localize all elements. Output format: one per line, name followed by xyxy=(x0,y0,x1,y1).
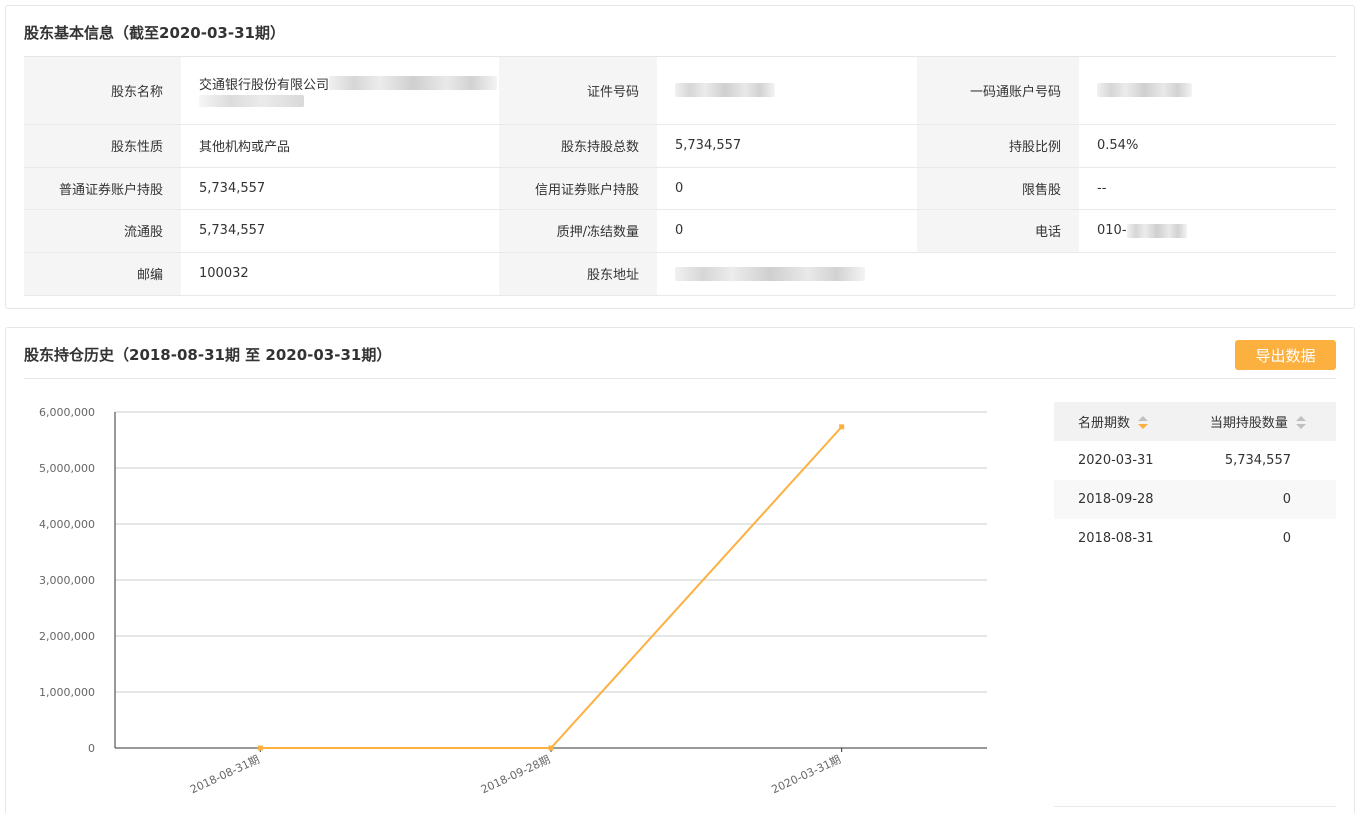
field-value: 100032 xyxy=(181,252,499,296)
field-label: 证件号码 xyxy=(499,57,657,125)
y-tick-label: 1,000,000 xyxy=(39,686,95,699)
info-title: 股东基本信息（截至2020-03-31期） xyxy=(24,24,285,42)
field-label: 股东名称 xyxy=(24,57,181,125)
field-label: 股东持股总数 xyxy=(499,124,657,168)
sort-icon[interactable] xyxy=(1296,415,1306,431)
y-tick-label: 2,000,000 xyxy=(39,630,95,643)
y-tick-label: 5,000,000 xyxy=(39,462,95,475)
y-tick-label: 0 xyxy=(88,742,95,755)
field-value: 0 xyxy=(657,167,917,210)
field-label: 邮编 xyxy=(24,252,181,296)
redaction-mask xyxy=(329,76,498,91)
redaction-mask xyxy=(1126,223,1187,238)
redaction-mask xyxy=(199,94,304,107)
holding-line-chart: 0 1,000,000 2,000,000 3,000,000 4,000,000 5,0… xyxy=(39,406,987,796)
shares-cell: 0 xyxy=(1186,480,1336,519)
info-row: 普通证券账户持股 5,734,557 信用证券账户持股 0 限售股 -- xyxy=(24,167,1336,210)
field-label: 一码通账户号码 xyxy=(917,57,1079,125)
period-cell: 2018-08-31 xyxy=(1078,531,1154,546)
info-row: 股东性质 其他机构或产品 股东持股总数 5,734,557 持股比例 0.54% xyxy=(24,124,1336,168)
field-label: 电话 xyxy=(917,209,1079,253)
info-row: 股东名称 交通银行股份有限公司 证件号码 一码通账户号码 xyxy=(24,57,1336,125)
history-table: 名册期数 当期持股数量 2020-03-31 5,734,557 2018-09… xyxy=(1054,402,1336,558)
shareholder-info-panel: 股东基本信息（截至2020-03-31期） 股东名称 交通银行股份有限公司 证件号码… xyxy=(5,5,1355,309)
table-row: 2020-03-31 5,734,557 xyxy=(1054,441,1336,480)
header-label: 名册期数 xyxy=(1078,415,1131,431)
field-label: 股东性质 xyxy=(24,124,181,168)
column-header-period[interactable]: 名册期数 xyxy=(1054,402,1186,441)
period-cell: 2020-03-31 xyxy=(1078,453,1154,468)
history-title: 股东持仓历史（2018-08-31期 至 2020-03-31期） xyxy=(24,346,392,364)
column-header-shares[interactable]: 当期持股数量 xyxy=(1186,402,1336,441)
x-tick-label: 2018-08-31期 xyxy=(188,753,261,796)
shares-cell: 0 xyxy=(1282,531,1291,546)
y-tick-label: 3,000,000 xyxy=(39,574,95,587)
header-label: 当期持股数量 xyxy=(1209,415,1288,431)
field-value: 0.54% xyxy=(1079,124,1336,168)
redaction-mask xyxy=(675,83,775,98)
field-value: 5,734,557 xyxy=(657,124,917,168)
field-value: 其他机构或产品 xyxy=(181,124,499,168)
series-line xyxy=(260,426,843,749)
holding-history-panel: 股东持仓历史（2018-08-31期 至 2020-03-31期） 导出数据 0… xyxy=(5,327,1355,813)
period-cell: 2018-09-28 xyxy=(1054,480,1186,519)
y-tick-label: 6,000,000 xyxy=(39,406,95,419)
redaction-mask xyxy=(1097,83,1192,98)
info-row: 流通股 5,734,557 质押/冻结数量 0 电话 010- xyxy=(24,209,1336,253)
field-label: 普通证券账户持股 xyxy=(24,167,181,210)
field-value-redacted xyxy=(657,57,917,125)
field-label: 质押/冻结数量 xyxy=(499,209,657,253)
x-tick-label: 2018-09-28期 xyxy=(479,753,552,796)
value-text: 010- xyxy=(1097,223,1127,238)
field-value: 0 xyxy=(657,209,917,253)
data-point xyxy=(548,745,554,751)
export-data-button[interactable]: 导出数据 xyxy=(1235,340,1336,370)
table-row: 2018-09-28 0 xyxy=(1054,480,1336,519)
field-value-redacted: 010- xyxy=(1079,209,1336,253)
x-tick-label: 2020-03-31期 xyxy=(770,753,843,796)
title-divider xyxy=(24,378,1336,379)
info-table: 股东名称 交通银行股份有限公司 证件号码 一码通账户号码 股东性质 其他机构或产品 股东持股… xyxy=(24,57,1336,296)
field-value: 5,734,557 xyxy=(181,209,499,253)
shares-cell: 5,734,557 xyxy=(1224,453,1291,468)
field-label: 限售股 xyxy=(917,167,1079,210)
field-value-redacted: 交通银行股份有限公司 xyxy=(181,57,499,125)
data-point xyxy=(839,424,845,430)
sort-icon[interactable] xyxy=(1138,415,1149,431)
field-label: 流通股 xyxy=(24,209,181,253)
field-label: 信用证券账户持股 xyxy=(499,167,657,210)
table-bottom-divider xyxy=(1054,806,1336,807)
field-label: 持股比例 xyxy=(917,124,1079,168)
field-value-redacted xyxy=(1079,57,1336,125)
field-value-redacted xyxy=(657,252,917,296)
field-value: -- xyxy=(1079,167,1336,210)
data-point xyxy=(257,745,263,751)
info-row: 邮编 100032 股东地址 xyxy=(24,252,1336,296)
table-row: 2018-08-31 0 xyxy=(1054,519,1336,558)
field-label: 股东地址 xyxy=(499,252,657,296)
y-tick-label: 4,000,000 xyxy=(39,518,95,531)
redaction-mask xyxy=(675,266,865,281)
value-text: 交通银行股份有限公司 xyxy=(199,77,330,93)
empty-cell xyxy=(917,252,1336,296)
field-value: 5,734,557 xyxy=(181,167,499,210)
